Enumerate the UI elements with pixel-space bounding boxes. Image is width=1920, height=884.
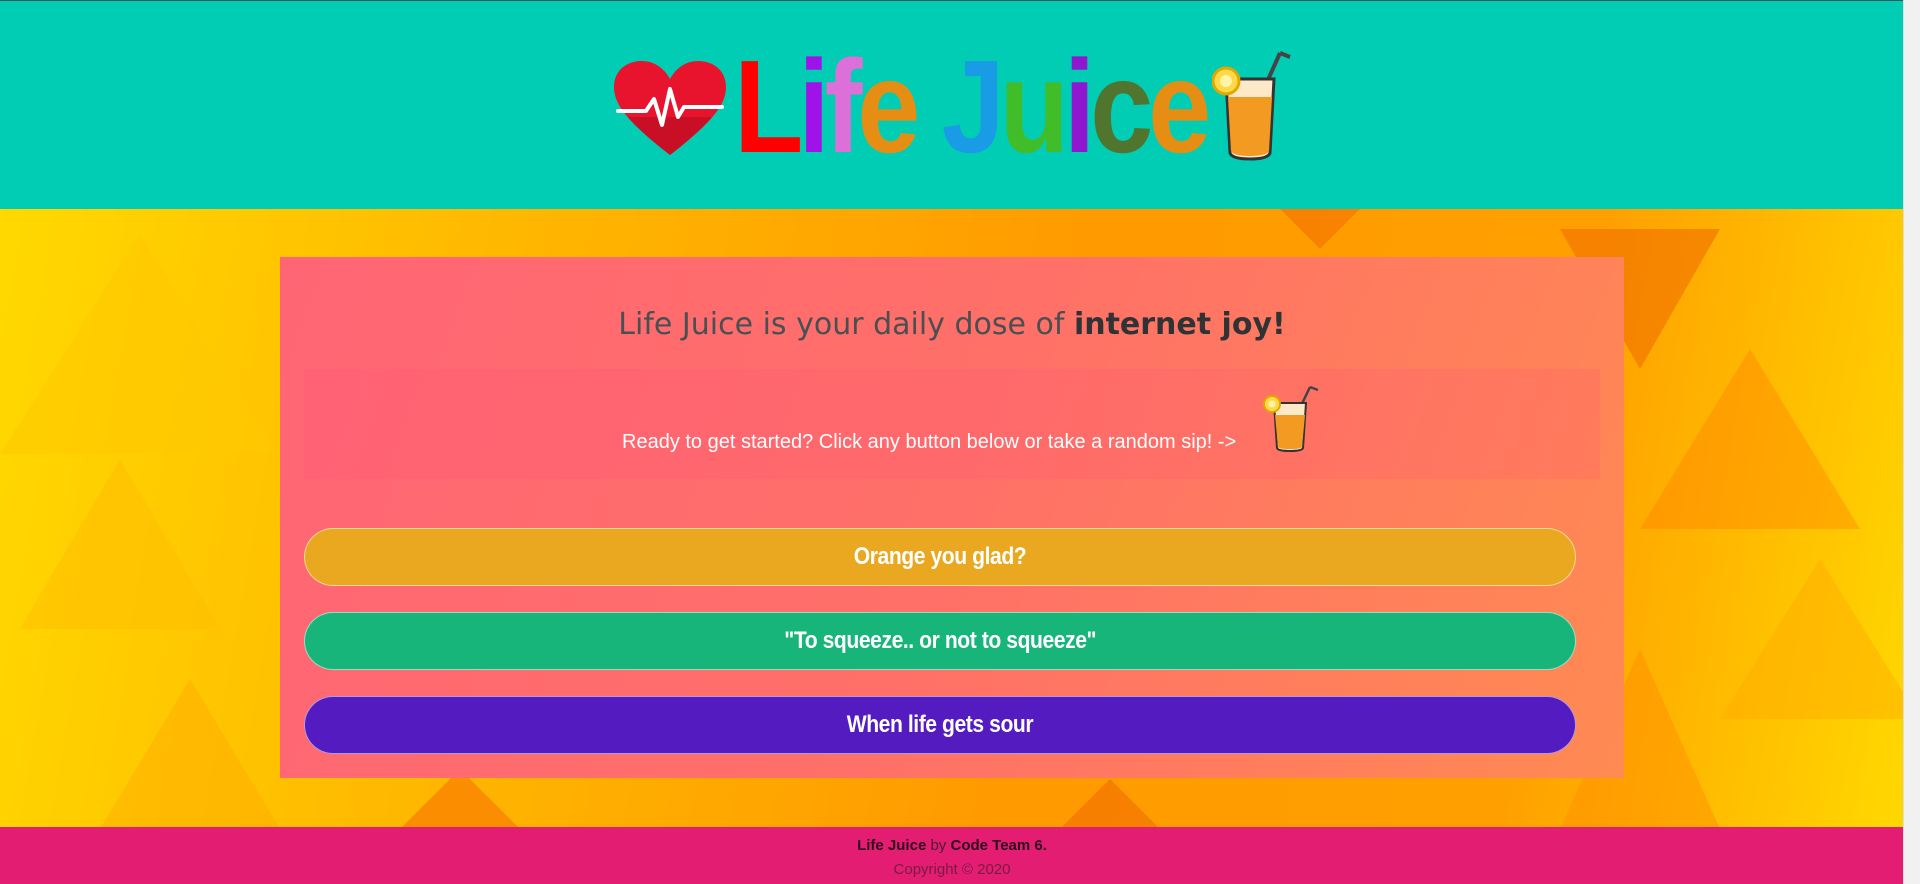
- footer-credit: Life Juice by Code Team 6.: [0, 837, 1904, 854]
- logo-letter: [915, 41, 941, 173]
- logo-letter: c: [1090, 33, 1153, 180]
- prompt-band: Ready to get started? Click any button b…: [304, 369, 1600, 479]
- bg-triangle: [1280, 209, 1360, 249]
- logo-letter: u: [999, 33, 1069, 180]
- logo-letter: J: [941, 33, 1005, 180]
- logo-letter: L: [734, 33, 803, 180]
- site-logo[interactable]: Life Juice: [612, 41, 1292, 173]
- bg-triangle: [0, 234, 280, 454]
- button-label: "To squeeze.. or not to squeeze": [784, 627, 1096, 654]
- logo-letter: e: [857, 33, 920, 180]
- juice-glass-icon: [1212, 51, 1291, 161]
- page-headline: Life Juice is your daily dose of interne…: [280, 307, 1624, 342]
- when-life-gets-sour-button[interactable]: When life gets sour: [304, 696, 1576, 754]
- to-squeeze-button[interactable]: "To squeeze.. or not to squeeze": [304, 612, 1576, 670]
- headline-emphasis: internet joy!: [1073, 307, 1286, 342]
- start-prompt: Ready to get started? Click any button b…: [622, 431, 1237, 453]
- intro-card: Life Juice is your daily dose of interne…: [280, 257, 1624, 778]
- random-sip-juice-icon[interactable]: [1262, 385, 1320, 453]
- logo-letter: i: [1063, 33, 1095, 180]
- headline-text: Life Juice is your daily dose of: [618, 307, 1074, 342]
- bg-triangle: [100, 679, 280, 827]
- logo-letter: i: [798, 33, 829, 180]
- button-label: Orange you glad?: [853, 543, 1027, 570]
- footer-brand: Life Juice: [857, 837, 927, 854]
- bg-triangle: [20, 459, 220, 629]
- footer-by: by: [926, 837, 951, 854]
- footer-copyright: Copyright © 2020: [893, 861, 1011, 878]
- logo-letter: e: [1148, 33, 1211, 180]
- site-header: Life Juice: [0, 1, 1904, 209]
- site-footer: Life Juice by Code Team 6. Copyright © 2…: [0, 827, 1904, 884]
- button-label: When life gets sour: [846, 711, 1034, 738]
- logo-letter: f: [824, 33, 863, 180]
- bg-triangle: [1060, 779, 1160, 827]
- logo-wordmark: Life Juice: [734, 33, 1211, 180]
- footer-team: Code Team 6.: [950, 837, 1047, 854]
- heartbeat-heart-icon: [614, 61, 726, 155]
- orange-you-glad-button[interactable]: Orange you glad?: [304, 528, 1576, 586]
- bg-triangle: [1640, 349, 1860, 529]
- vertical-scrollbar[interactable]: [1903, 0, 1920, 884]
- bg-triangle: [1720, 559, 1904, 719]
